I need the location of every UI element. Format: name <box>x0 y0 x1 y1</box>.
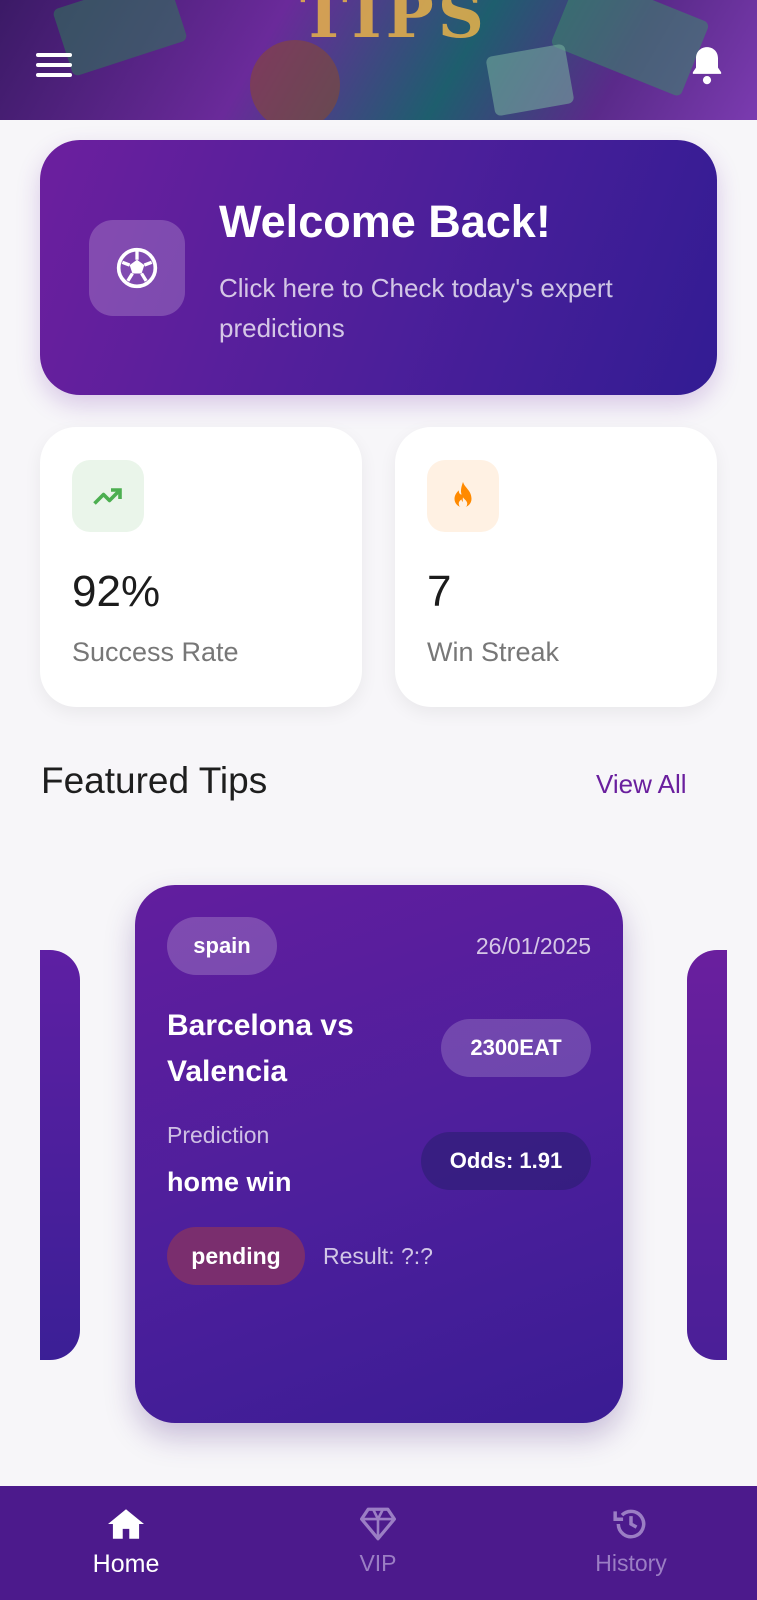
banner-money-decoration <box>52 0 188 77</box>
nav-vip-label: VIP <box>359 1550 397 1576</box>
status-badge: pending <box>167 1227 305 1285</box>
nav-home[interactable]: Home <box>46 1486 206 1600</box>
nav-vip[interactable]: VIP <box>298 1486 458 1600</box>
odds-badge: Odds: 1.91 <box>421 1132 591 1190</box>
banner-title: TIPS <box>300 0 488 53</box>
header-banner: TIPS <box>0 0 757 120</box>
stat-card-success-rate: 92% Success Rate <box>40 427 362 707</box>
bell-icon[interactable] <box>688 44 726 88</box>
country-badge: spain <box>167 917 277 975</box>
view-all-link[interactable]: View All <box>596 769 687 800</box>
diamond-icon <box>358 1504 398 1544</box>
bottom-navigation: Home VIP History <box>0 1486 757 1600</box>
prediction-value: home win <box>167 1167 292 1197</box>
welcome-subtitle: Click here to Check today's expert predi… <box>219 273 613 343</box>
home-icon <box>106 1504 146 1544</box>
history-icon <box>611 1504 651 1544</box>
trending-up-icon <box>72 460 144 532</box>
success-rate-label: Success Rate <box>72 637 239 667</box>
tip-date: 26/01/2025 <box>475 933 591 959</box>
hamburger-menu-icon[interactable] <box>36 53 72 79</box>
prediction-label: Prediction <box>167 1122 270 1148</box>
stat-card-win-streak: 7 Win Streak <box>395 427 717 707</box>
carousel-prev-card[interactable] <box>40 950 80 1360</box>
welcome-card[interactable]: Welcome Back! Click here to Check today'… <box>40 140 717 395</box>
featured-tip-card[interactable]: spain 26/01/2025 Barcelona vs Valencia 2… <box>135 885 623 1423</box>
win-streak-value: 7 <box>427 567 452 616</box>
match-title: Barcelona vs Valencia <box>167 1009 354 1088</box>
soccer-ball-icon <box>89 220 185 316</box>
banner-money-decoration <box>485 43 575 117</box>
featured-tips-heading: Featured Tips <box>41 760 268 801</box>
welcome-title: Welcome Back! <box>219 196 551 247</box>
kickoff-time-badge: 2300EAT <box>441 1019 591 1077</box>
banner-money-decoration <box>550 0 710 98</box>
fire-icon <box>427 460 499 532</box>
win-streak-label: Win Streak <box>427 637 560 667</box>
nav-home-label: Home <box>92 1550 160 1578</box>
carousel-next-card[interactable] <box>687 950 727 1360</box>
nav-history[interactable]: History <box>551 1486 711 1600</box>
result-text: Result: ?:? <box>323 1243 433 1269</box>
nav-history-label: History <box>595 1550 667 1576</box>
success-rate-value: 92% <box>72 567 161 616</box>
